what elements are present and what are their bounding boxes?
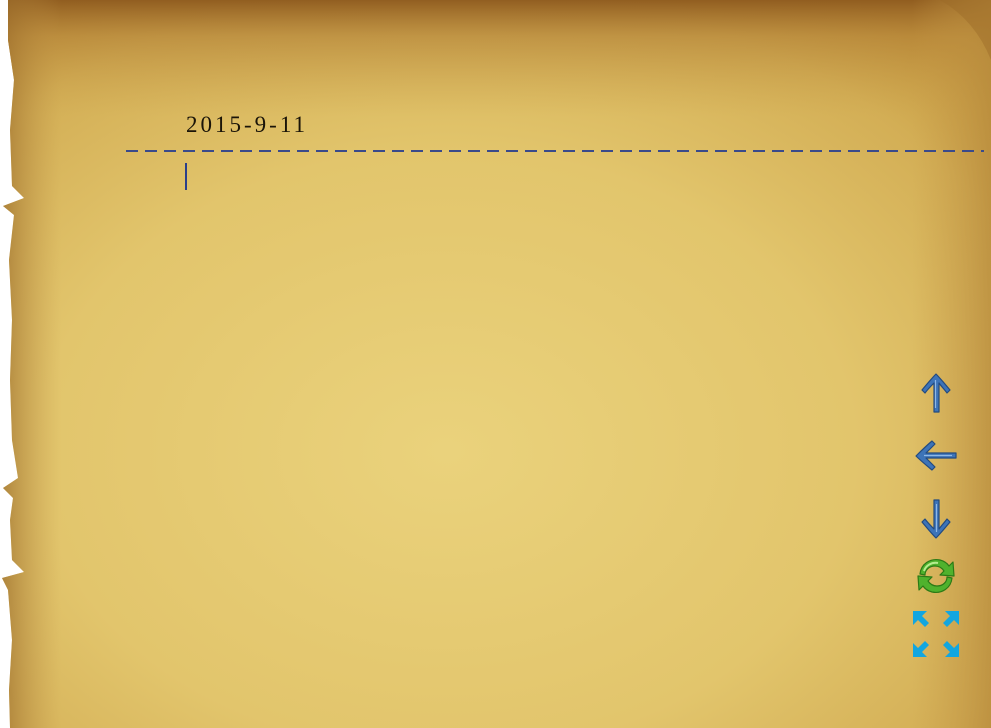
arrow-up-icon bbox=[914, 368, 958, 425]
scroll-down-button[interactable] bbox=[906, 494, 966, 546]
back-button[interactable] bbox=[906, 432, 966, 484]
note-body-editor[interactable] bbox=[180, 160, 900, 680]
refresh-icon bbox=[912, 552, 960, 605]
dashed-separator bbox=[126, 150, 984, 152]
fullscreen-icon bbox=[909, 607, 963, 666]
note-date: 2015-9-11 bbox=[186, 112, 308, 137]
arrow-left-icon bbox=[912, 432, 960, 485]
refresh-button[interactable] bbox=[906, 552, 966, 604]
arrow-down-icon bbox=[914, 492, 958, 549]
text-caret bbox=[185, 163, 187, 190]
fullscreen-button[interactable] bbox=[906, 610, 966, 662]
note-page: 2015-9-11 bbox=[0, 0, 991, 728]
scroll-up-button[interactable] bbox=[906, 370, 966, 422]
